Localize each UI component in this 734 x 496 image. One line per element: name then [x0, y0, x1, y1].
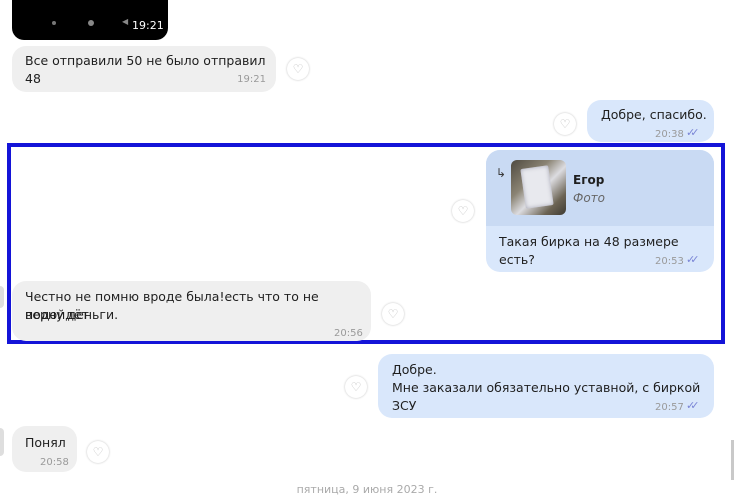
message-time: 19:21 [237, 74, 266, 85]
message-time: 20:56 [334, 328, 363, 339]
avatar-edge [0, 428, 4, 456]
read-ticks-icon: ✓✓ [686, 126, 700, 139]
message-time: 20:53 [655, 256, 684, 267]
reply-type: Фото [573, 191, 606, 205]
incoming-message[interactable]: Честно не помню вроде была!есть что то н… [12, 281, 371, 341]
message-time: 20:58 [40, 457, 69, 468]
reply-arrow-icon: ↳ [496, 166, 507, 180]
stop-icon[interactable] [52, 21, 56, 25]
like-heart-icon[interactable]: ♡ [554, 113, 576, 135]
like-heart-icon[interactable]: ♡ [287, 58, 309, 80]
message-text: Добре, спасибо. [601, 107, 707, 122]
play-icon[interactable]: ◀ [122, 17, 128, 26]
video-message-card[interactable]: ◀ 19:21 [12, 0, 168, 40]
video-time: 19:21 [132, 19, 164, 32]
reply-photo-thumbnail[interactable] [511, 160, 566, 215]
message-text: Понял [25, 435, 66, 450]
date-separator: пятница, 9 июня 2023 г. [296, 483, 438, 496]
incoming-message[interactable]: Все отправили 50 не было отправил 48 19:… [12, 46, 276, 92]
like-heart-icon[interactable]: ♡ [345, 376, 367, 398]
message-text-line1: Добре. [392, 362, 437, 377]
read-ticks-icon: ✓✓ [686, 399, 700, 412]
reply-author: Егор [573, 173, 605, 187]
avatar-edge [0, 286, 4, 308]
like-heart-icon[interactable]: ♡ [382, 303, 404, 325]
photo-tag-image [520, 165, 554, 209]
like-heart-icon[interactable]: ♡ [452, 200, 474, 222]
message-time: 20:57 [655, 402, 684, 413]
outgoing-message[interactable]: Добре, спасибо. 20:38 ✓✓ [587, 100, 714, 142]
incoming-message[interactable]: Понял 20:58 [12, 426, 77, 472]
like-heart-icon[interactable]: ♡ [87, 441, 109, 463]
record-icon[interactable] [88, 20, 94, 26]
outgoing-message[interactable]: Добре. Мне заказали обязательно уставной… [378, 354, 714, 418]
message-text-line2: верну деньги. [25, 307, 119, 322]
message-time: 20:38 [655, 129, 684, 140]
read-ticks-icon: ✓✓ [686, 253, 700, 266]
